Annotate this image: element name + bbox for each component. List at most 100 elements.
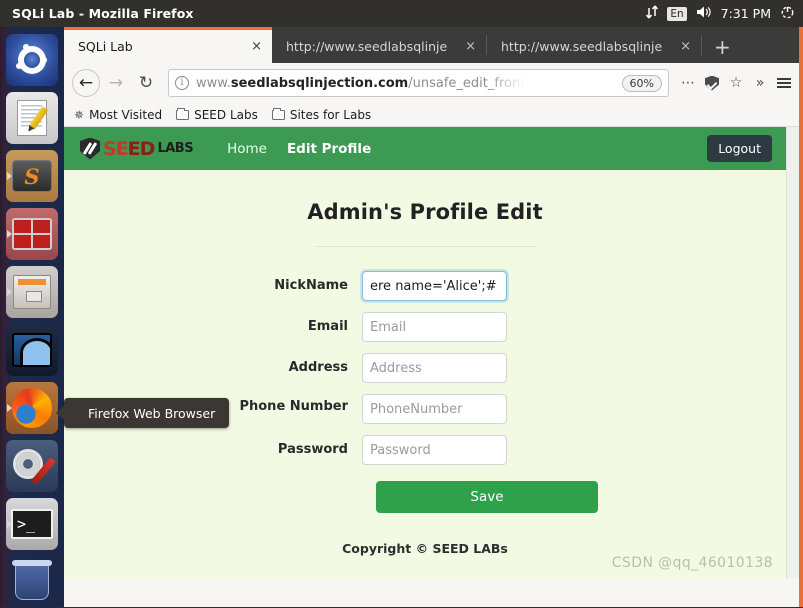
running-indicator <box>7 404 12 412</box>
clock[interactable]: 7:31 PM <box>721 6 771 21</box>
logo-seed-text: SEED <box>103 137 155 160</box>
url-domain: seedlabsqlinjection.com <box>230 75 409 91</box>
tracking-protection-shield-icon[interactable] <box>701 71 723 95</box>
logo-labs-text: LABS <box>157 141 194 156</box>
terminal-prompt-icon: >_ <box>11 509 53 539</box>
url-prefix: www. <box>196 75 231 91</box>
save-button[interactable]: Save <box>376 481 598 513</box>
terminator-quad-icon <box>12 218 52 250</box>
phone-number-input[interactable] <box>362 394 507 424</box>
network-up-down-icon[interactable] <box>645 5 659 22</box>
back-button[interactable]: ← <box>72 69 100 97</box>
dock-item-libreoffice-writer[interactable] <box>6 92 58 144</box>
dock-item-sublime-text[interactable]: S <box>6 150 58 202</box>
form-row-phone-number: Phone Number <box>230 394 620 424</box>
tab-label: SQLi Lab <box>78 39 133 54</box>
dock-item-firefox[interactable] <box>6 382 58 434</box>
zoom-level-indicator[interactable]: 60% <box>621 74 662 92</box>
email-input[interactable] <box>362 312 507 342</box>
site-info-icon[interactable]: i <box>175 76 189 90</box>
phone-number-label: Phone Number <box>239 399 348 414</box>
ubuntu-launcher: S >_ <box>0 27 64 607</box>
nav-link-edit-profile[interactable]: Edit Profile <box>287 141 371 157</box>
dock-item-terminal[interactable]: >_ <box>6 498 58 550</box>
bookmark-seed-labs[interactable]: SEED Labs <box>176 107 258 122</box>
dock-item-ubuntu-dash[interactable] <box>6 34 58 86</box>
title-divider <box>315 246 535 247</box>
bookmark-label: Most Visited <box>89 107 163 122</box>
seed-labs-logo[interactable]: SEED LABS <box>80 137 194 160</box>
sublime-s-icon: S <box>12 160 52 192</box>
page-actions-icon[interactable]: ⋯ <box>677 71 699 95</box>
new-tab-button[interactable]: + <box>702 30 743 63</box>
firefox-window: SQLi Lab × http://www.seedlabsqlinje × h… <box>64 27 803 607</box>
email-label: Email <box>307 319 348 334</box>
tab-sqli-lab[interactable]: SQLi Lab × <box>64 30 272 63</box>
volume-icon[interactable] <box>696 5 712 22</box>
address-label: Address <box>288 360 348 375</box>
tab-close-icon[interactable]: × <box>678 39 693 54</box>
forward-button[interactable]: → <box>102 69 130 97</box>
csdn-watermark: CSDN @qq_46010138 <box>611 555 773 571</box>
overflow-chevron-icon[interactable]: » <box>749 71 771 95</box>
keyboard-layout-indicator[interactable]: En <box>667 6 687 21</box>
bookmark-most-visited[interactable]: ✵ Most Visited <box>74 108 162 122</box>
url-text: www.seedlabsqlinjection.com/unsafe_edit_… <box>196 76 525 91</box>
star-icon: ✵ <box>74 107 85 122</box>
address-bar[interactable]: i www.seedlabsqlinjection.com/unsafe_edi… <box>168 69 669 97</box>
page-title: Admin's Profile Edit <box>307 200 543 224</box>
page-content: Admin's Profile Edit NickName Email Addr… <box>64 170 786 556</box>
dock-item-wireshark[interactable] <box>6 324 58 376</box>
dock-item-trash[interactable] <box>6 556 58 608</box>
logout-button[interactable]: Logout <box>707 135 772 162</box>
firefox-tooltip: Firefox Web Browser <box>64 398 230 428</box>
site-navbar: SEED LABS Home Edit Profile Logout <box>64 127 786 170</box>
bookmark-label: Sites for Labs <box>289 107 372 122</box>
dock-item-system-settings[interactable] <box>6 440 58 492</box>
site-nav-links: Home Edit Profile <box>227 141 371 157</box>
reload-button[interactable]: ↻ <box>132 69 160 97</box>
wireshark-fin-icon <box>12 333 52 367</box>
browser-toolbar: ← → ↻ i www.seedlabsqlinjection.com/unsa… <box>64 63 803 103</box>
tab-label: http://www.seedlabsqlinje <box>501 39 663 54</box>
password-label: Password <box>277 442 348 457</box>
firefox-icon <box>12 388 52 428</box>
ubuntu-logo-icon <box>16 44 47 74</box>
form-row-nickname: NickName <box>230 271 620 301</box>
running-indicator <box>7 288 12 296</box>
tab-close-icon[interactable]: × <box>249 39 264 54</box>
trash-bin-icon <box>12 560 52 600</box>
vertical-scrollbar[interactable] <box>786 127 799 579</box>
tab-close-icon[interactable]: × <box>463 39 478 54</box>
nickname-input[interactable] <box>362 271 507 301</box>
form-row-email: Email <box>230 312 620 342</box>
tab-seedlab-1[interactable]: http://www.seedlabsqlinje × <box>272 30 486 63</box>
bookmark-label: SEED Labs <box>194 107 258 122</box>
page-viewport: SEED LABS Home Edit Profile Logout Admin… <box>64 127 803 579</box>
dock-item-files[interactable] <box>6 266 58 318</box>
nav-link-home[interactable]: Home <box>227 141 267 157</box>
power-gear-icon[interactable] <box>780 5 795 23</box>
menu-icon[interactable] <box>773 71 795 95</box>
form-row-password: Password <box>230 435 620 465</box>
bookmarks-bar: ✵ Most Visited SEED Labs Sites for Labs <box>64 103 803 127</box>
file-cabinet-icon <box>13 275 51 309</box>
address-input[interactable] <box>362 353 507 383</box>
running-indicator <box>7 114 12 122</box>
dock-item-terminator[interactable] <box>6 208 58 260</box>
tab-seedlab-2[interactable]: http://www.seedlabsqlinje × <box>487 30 701 63</box>
url-path: /unsafe_edit_front <box>408 75 526 91</box>
nickname-label: NickName <box>274 278 348 293</box>
bookmark-star-icon[interactable]: ☆ <box>725 71 747 95</box>
shield-icon <box>80 137 100 160</box>
password-input[interactable] <box>362 435 507 465</box>
bookmark-sites-for-labs[interactable]: Sites for Labs <box>271 107 372 122</box>
folder-icon <box>271 107 285 120</box>
window-title: SQLi Lab - Mozilla Firefox <box>12 6 194 21</box>
running-indicator <box>7 172 12 180</box>
running-indicator <box>7 520 12 528</box>
system-tray: En 7:31 PM <box>645 5 795 23</box>
copyright-text: Copyright © SEED LABs <box>342 541 508 556</box>
document-pencil-icon <box>17 100 49 136</box>
folder-icon <box>176 107 190 120</box>
